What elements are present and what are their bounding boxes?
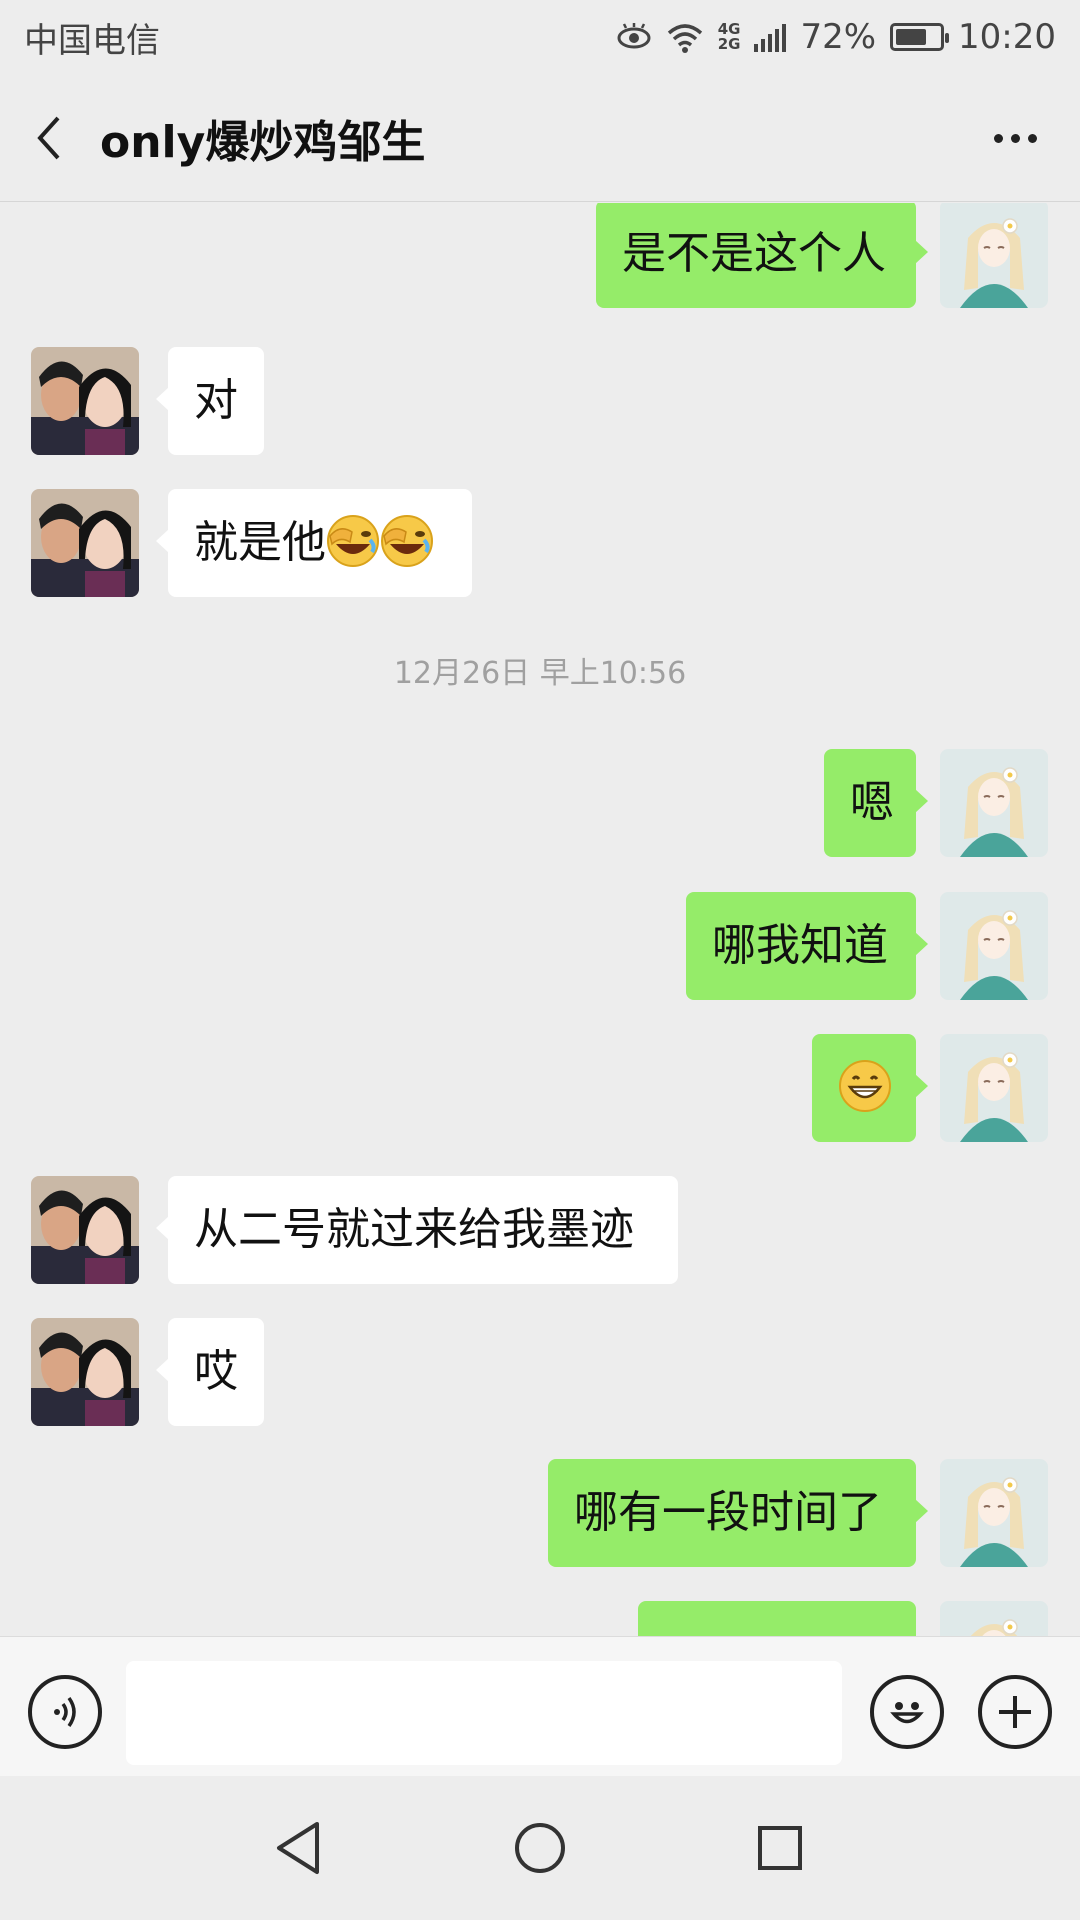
my-avatar[interactable] [940,203,1048,308]
more-actions-button[interactable] [978,1675,1052,1749]
outgoing-message: 哪有一段时间了 [0,1459,1080,1567]
contact-avatar[interactable] [31,489,139,597]
outgoing-message [0,1034,1080,1142]
message-text: 哎 [194,1346,238,1397]
my-avatar[interactable] [940,1601,1048,1636]
grin-emoji-icon [839,1060,891,1112]
plus-icon [999,1696,1031,1728]
incoming-message: 哎 [0,1318,1080,1426]
outgoing-message: 嗯 [0,749,1080,857]
message-bubble[interactable]: 从二号就过来给我墨迹 [156,1176,678,1284]
outgoing-message [0,1601,1080,1636]
carrier-name: 中国电信 [24,20,160,61]
message-timestamp: 12月26日 早上10:56 [393,656,687,691]
status-bar: 中国电信 4G 2G 72% 10:20 [0,0,1080,74]
outgoing-message: 哪我知道 [0,892,1080,1000]
chevron-left-icon [37,116,60,159]
message-input[interactable] [126,1661,842,1765]
message-text: 哪我知道 [712,920,888,971]
message-text: 从二号就过来给我墨迹 [194,1204,634,1255]
nav-back-button[interactable] [262,1812,334,1884]
message-list[interactable]: 是不是这个人对就是他 12月26日 早上10:56 嗯哪我知道从二号就过来给我墨迹哎… [0,203,1080,1636]
message-text: 就是他 [194,517,326,568]
message-bubble[interactable]: 哪我知道 [686,892,928,1000]
my-avatar[interactable] [940,749,1048,857]
incoming-message: 对 [0,347,1080,455]
clock: 10:20 [958,17,1056,57]
my-avatar[interactable] [940,892,1048,1000]
more-dots-icon [993,133,1003,143]
voice-button[interactable] [28,1675,102,1749]
contact-avatar[interactable] [31,1176,139,1284]
message-bubble[interactable]: 对 [156,347,264,455]
eye-icon [616,23,652,51]
outgoing-message: 是不是这个人 [0,203,1080,308]
facepalm-laugh-emoji-icon [327,515,379,567]
nav-home-icon [515,1823,565,1873]
nav-home-button[interactable] [504,1812,576,1884]
message-bubble[interactable]: 就是他 [156,489,472,597]
battery-icon [890,23,950,51]
input-bar [0,1636,1080,1776]
nav-back-icon [277,1822,319,1874]
more-button[interactable] [980,108,1050,168]
back-button[interactable] [0,74,100,201]
emoji-button[interactable] [870,1675,944,1749]
message-bubble[interactable]: 嗯 [824,749,928,857]
smiley-icon [890,1702,924,1724]
nav-recents-button[interactable] [744,1812,816,1884]
system-nav-bar [0,1776,1080,1920]
network-type: 4G 2G [718,22,741,52]
message-text: 嗯 [850,777,894,828]
message-text: 是不是这个人 [622,228,886,279]
my-avatar[interactable] [940,1034,1048,1142]
message-bubble[interactable] [638,1601,916,1636]
incoming-message: 从二号就过来给我墨迹 [0,1176,1080,1284]
message-text: 对 [194,375,238,426]
message-bubble[interactable]: 哪有一段时间了 [548,1459,928,1567]
signal-icon [754,22,787,52]
nav-recents-icon [758,1826,802,1870]
chat-title: only爆炒鸡邹生 [100,116,426,168]
message-bubble[interactable] [812,1034,928,1142]
battery-percent: 72% [800,17,877,57]
message-bubble[interactable]: 哎 [156,1318,264,1426]
message-text: 哪有一段时间了 [574,1487,882,1538]
voice-icon [54,1696,76,1728]
chat-header: only爆炒鸡邹生 [0,74,1080,202]
status-icons: 4G 2G 72% 10:20 [616,17,1056,57]
my-avatar[interactable] [940,1459,1048,1567]
incoming-message: 就是他 [0,489,1080,597]
wifi-icon [666,21,704,53]
message-bubble[interactable]: 是不是这个人 [596,203,928,308]
network-type-bottom: 2G [717,35,741,53]
facepalm-laugh-emoji-icon [381,515,433,567]
contact-avatar[interactable] [31,347,139,455]
contact-avatar[interactable] [31,1318,139,1426]
